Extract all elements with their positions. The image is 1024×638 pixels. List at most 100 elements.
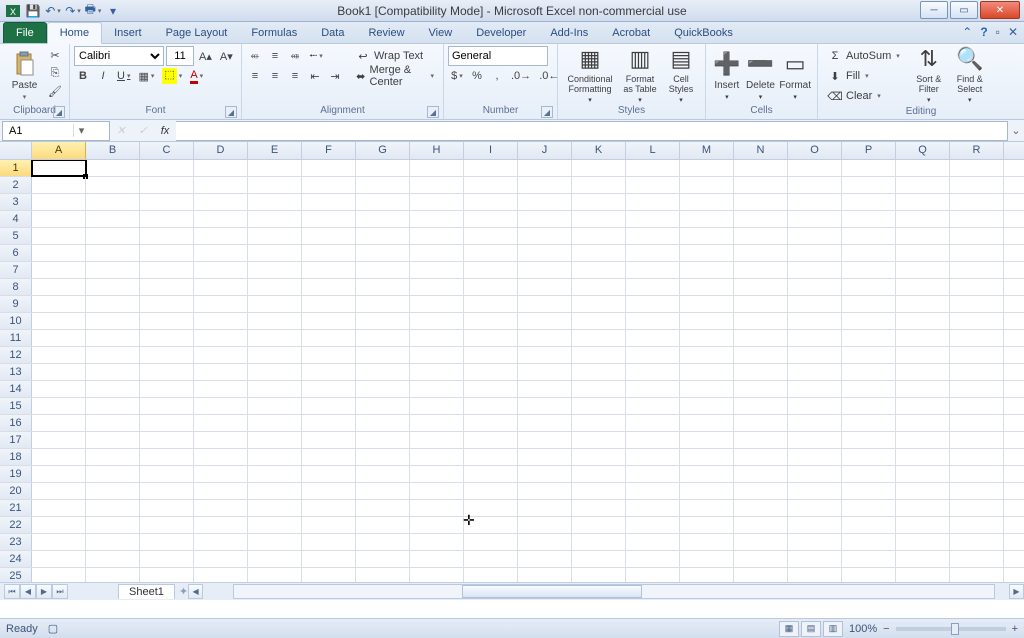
cell[interactable] [572,228,626,244]
cell[interactable] [572,194,626,210]
cell[interactable] [302,500,356,516]
undo-button[interactable]: ↶ [44,2,62,20]
cell[interactable] [788,313,842,329]
help-icon[interactable]: ? [980,25,987,39]
cell[interactable] [194,517,248,533]
enter-formula-icon[interactable]: ✓ [132,124,154,137]
cell[interactable] [626,160,680,176]
row-header[interactable]: 1 [0,160,32,176]
cell[interactable] [518,415,572,431]
cell[interactable] [626,279,680,295]
cell[interactable] [572,568,626,582]
cell[interactable] [626,517,680,533]
cell[interactable] [194,296,248,312]
cell[interactable] [896,449,950,465]
cell[interactable] [302,381,356,397]
cell[interactable] [140,381,194,397]
cell[interactable] [734,194,788,210]
cell[interactable] [518,432,572,448]
clipboard-launcher[interactable]: ◢ [53,106,65,118]
cell[interactable] [410,364,464,380]
cell[interactable] [248,398,302,414]
cell[interactable] [788,228,842,244]
cell[interactable] [140,398,194,414]
cell[interactable] [248,517,302,533]
underline-button[interactable]: U [114,67,133,85]
autosum-button[interactable]: ΣAutoSum [822,46,905,66]
cell[interactable] [734,568,788,582]
cell[interactable] [788,449,842,465]
cell[interactable] [464,483,518,499]
sheet-tab[interactable]: Sheet1 [118,584,175,599]
cell[interactable] [410,262,464,278]
row-header[interactable]: 4 [0,211,32,227]
cell[interactable] [86,517,140,533]
cell[interactable] [950,568,1004,582]
insert-cells-button[interactable]: ➕Insert▾ [710,46,744,104]
cell[interactable] [680,262,734,278]
column-header[interactable]: H [410,142,464,159]
tab-data[interactable]: Data [309,23,356,43]
cell[interactable] [626,534,680,550]
bold-button[interactable]: B [74,67,92,85]
number-format-select[interactable] [448,46,548,66]
align-left-button[interactable]: ≡ [246,67,264,85]
cell[interactable] [680,500,734,516]
insert-function-button[interactable]: fx [154,125,176,137]
format-as-table-button[interactable]: ▥Format as Table▾ [618,46,662,104]
cell[interactable] [680,432,734,448]
cell[interactable] [626,449,680,465]
cell[interactable] [896,296,950,312]
cell[interactable] [410,177,464,193]
fill-button[interactable]: ⬇Fill [822,66,905,86]
row-header[interactable]: 16 [0,415,32,431]
cell[interactable] [194,381,248,397]
cell[interactable] [32,381,86,397]
close-button[interactable]: ✕ [980,1,1020,19]
cell[interactable] [896,211,950,227]
cell[interactable] [356,432,410,448]
fill-color-button[interactable]: ⬚ [159,67,185,85]
cell[interactable] [842,211,896,227]
column-header[interactable]: B [86,142,140,159]
cell[interactable] [464,398,518,414]
sheet-nav-first[interactable]: ⏮ [4,584,20,599]
cell[interactable] [518,568,572,582]
cell[interactable] [356,194,410,210]
border-button[interactable]: ▦ [135,67,157,85]
cell[interactable] [86,279,140,295]
cell[interactable] [842,483,896,499]
tab-page-layout[interactable]: Page Layout [154,23,240,43]
cell[interactable] [248,330,302,346]
cell[interactable] [410,245,464,261]
italic-button[interactable]: I [94,67,112,85]
orientation-button[interactable]: ⭪ [306,47,326,65]
cell[interactable] [248,381,302,397]
cell[interactable] [302,551,356,567]
cell[interactable] [680,517,734,533]
print-button[interactable]: 🖶 [84,2,102,20]
cell[interactable] [572,279,626,295]
cell[interactable] [32,466,86,482]
column-header[interactable]: P [842,142,896,159]
cell[interactable] [248,568,302,582]
cell[interactable] [842,517,896,533]
cell[interactable] [464,449,518,465]
cell[interactable] [734,398,788,414]
cell[interactable] [86,398,140,414]
cell[interactable] [518,466,572,482]
name-box[interactable]: ▾ [2,121,110,141]
cell[interactable] [248,279,302,295]
increase-indent-button[interactable]: ⇥ [326,67,344,85]
cell[interactable] [32,449,86,465]
cell[interactable] [464,211,518,227]
format-cells-button[interactable]: ▭Format▾ [777,46,813,104]
sheet-nav-next[interactable]: ▶ [36,584,52,599]
cell[interactable] [950,364,1004,380]
grid-body[interactable]: 1234567891011121314151617181920212223242… [0,160,1024,582]
cell[interactable] [194,194,248,210]
cell[interactable] [356,466,410,482]
cell[interactable] [302,466,356,482]
cell[interactable] [86,262,140,278]
new-sheet-icon[interactable]: ✦ [179,585,188,598]
